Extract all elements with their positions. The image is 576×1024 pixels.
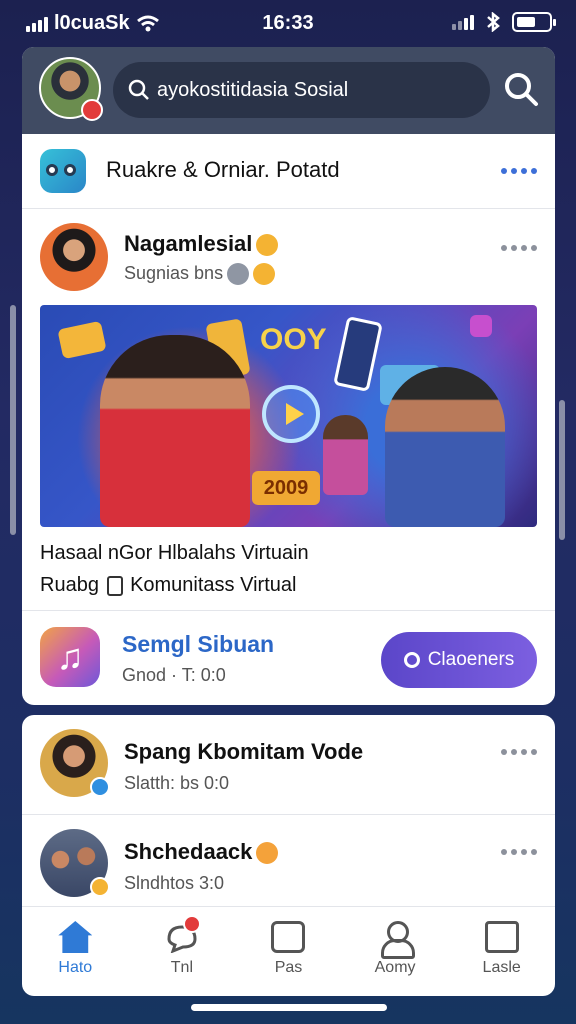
music-subtitle: Gnod · T: 0:0 (122, 665, 226, 685)
status-right (452, 12, 556, 32)
nav-home-label: Hato (58, 959, 93, 976)
search-value: ayokostitidasia Sosial (157, 78, 349, 101)
smile-icon (253, 263, 276, 286)
media-brand: OOY (260, 323, 327, 356)
emoji-icon (256, 842, 279, 865)
menu-icon (484, 921, 519, 953)
post-header: Nagamlesial Sugnias bns (22, 209, 555, 304)
notification-badge (81, 99, 103, 121)
music-row[interactable]: ♫ Semgl Sibuan Gnod · T: 0:0 Claoeners (22, 610, 555, 705)
profile-icon (378, 921, 416, 959)
profile-avatar[interactable] (39, 57, 103, 121)
post-more-icon[interactable] (501, 245, 537, 251)
app-more-icon[interactable] (501, 168, 537, 174)
device-icon (106, 575, 123, 596)
top-bar: ayokostitidasia Sosial (22, 47, 555, 134)
music-note-icon: ♫ (40, 627, 100, 687)
nav-profile[interactable]: Aomy (342, 907, 449, 996)
friend-more-icon[interactable] (501, 749, 537, 755)
cube-icon (470, 315, 492, 337)
friends-card: Spang Kbomitam Vode Slatth: bs 0:0 Shche… (22, 715, 555, 996)
play-icon[interactable] (262, 385, 320, 443)
friend-name: Spang Kbomitam Vode (124, 739, 364, 764)
friend-more-icon[interactable] (501, 849, 537, 855)
battery-icon (512, 12, 556, 32)
music-action-button[interactable]: Claoeners (381, 632, 537, 688)
game-tile-icon (57, 320, 107, 360)
nav-menu-label: Lasle (482, 959, 521, 976)
post-caption-line2: Ruabg Komunitass Virtual (40, 574, 297, 596)
friend-subtitle: Slndhtos 3:0 (124, 873, 225, 893)
post-subtitle: Sugnias bns (124, 263, 276, 286)
friend-subtitle: Slatth: bs 0:0 (124, 773, 230, 793)
post-caption-line1: Hasaal nGor Hlbalahs Virtuain (40, 542, 309, 564)
nav-chat-label: Tnl (170, 959, 193, 976)
nav-chat[interactable]: Tnl (129, 907, 236, 996)
nav-photos[interactable]: Pas (235, 907, 342, 996)
search-button[interactable] (503, 71, 539, 107)
photo-icon (271, 921, 306, 953)
list-item[interactable]: Shchedaack Slndhtos 3:0 (22, 815, 555, 915)
scroll-edge-left (10, 305, 16, 535)
phone-tile-icon (333, 316, 383, 392)
status-bar: l0cuaSk 16:33 (0, 0, 576, 48)
person-figure (100, 335, 250, 527)
app-name: Ruakre & Orniar. Potatd (106, 157, 340, 182)
nav-home[interactable]: Hato (22, 907, 129, 996)
nav-menu[interactable]: Lasle (448, 907, 555, 996)
list-item[interactable]: Spang Kbomitam Vode Slatth: bs 0:0 (22, 715, 555, 815)
feed-card: ayokostitidasia Sosial Ruakre & Orniar. … (22, 47, 555, 705)
app-row[interactable]: Ruakre & Orniar. Potatd (22, 134, 555, 209)
scroll-edge-right (559, 400, 565, 540)
chat-icon (165, 915, 201, 954)
nav-profile-label: Aomy (374, 959, 416, 976)
bluetooth-icon (487, 12, 500, 32)
home-indicator[interactable] (191, 1004, 387, 1011)
search-icon (128, 79, 149, 100)
music-action-label: Claoeners (427, 649, 515, 670)
friend-name: Shchedaack (124, 839, 279, 865)
person-figure (323, 415, 368, 495)
verified-badge-icon (90, 777, 110, 797)
post-author-name[interactable]: Nagamlesial (124, 231, 279, 257)
chat-badge (182, 915, 201, 933)
emoji-badge-icon (90, 877, 110, 897)
nav-photos-label: Pas (274, 959, 303, 976)
home-icon (58, 921, 93, 953)
person-figure (385, 367, 505, 527)
search-input[interactable]: ayokostitidasia Sosial (113, 62, 490, 118)
globe-icon (227, 263, 250, 286)
ring-icon (403, 652, 420, 668)
emoji-icon (256, 234, 279, 257)
post-author-avatar[interactable] (40, 223, 108, 291)
music-title[interactable]: Semgl Sibuan (122, 631, 274, 658)
media-year: 2009 (252, 471, 320, 505)
bottom-nav: Hato Tnl Pas Aomy Lasle (22, 906, 555, 996)
app-logo-icon (40, 149, 86, 193)
post-media[interactable]: OOY 2009 (40, 305, 537, 527)
signal-bars-icon (452, 14, 474, 30)
